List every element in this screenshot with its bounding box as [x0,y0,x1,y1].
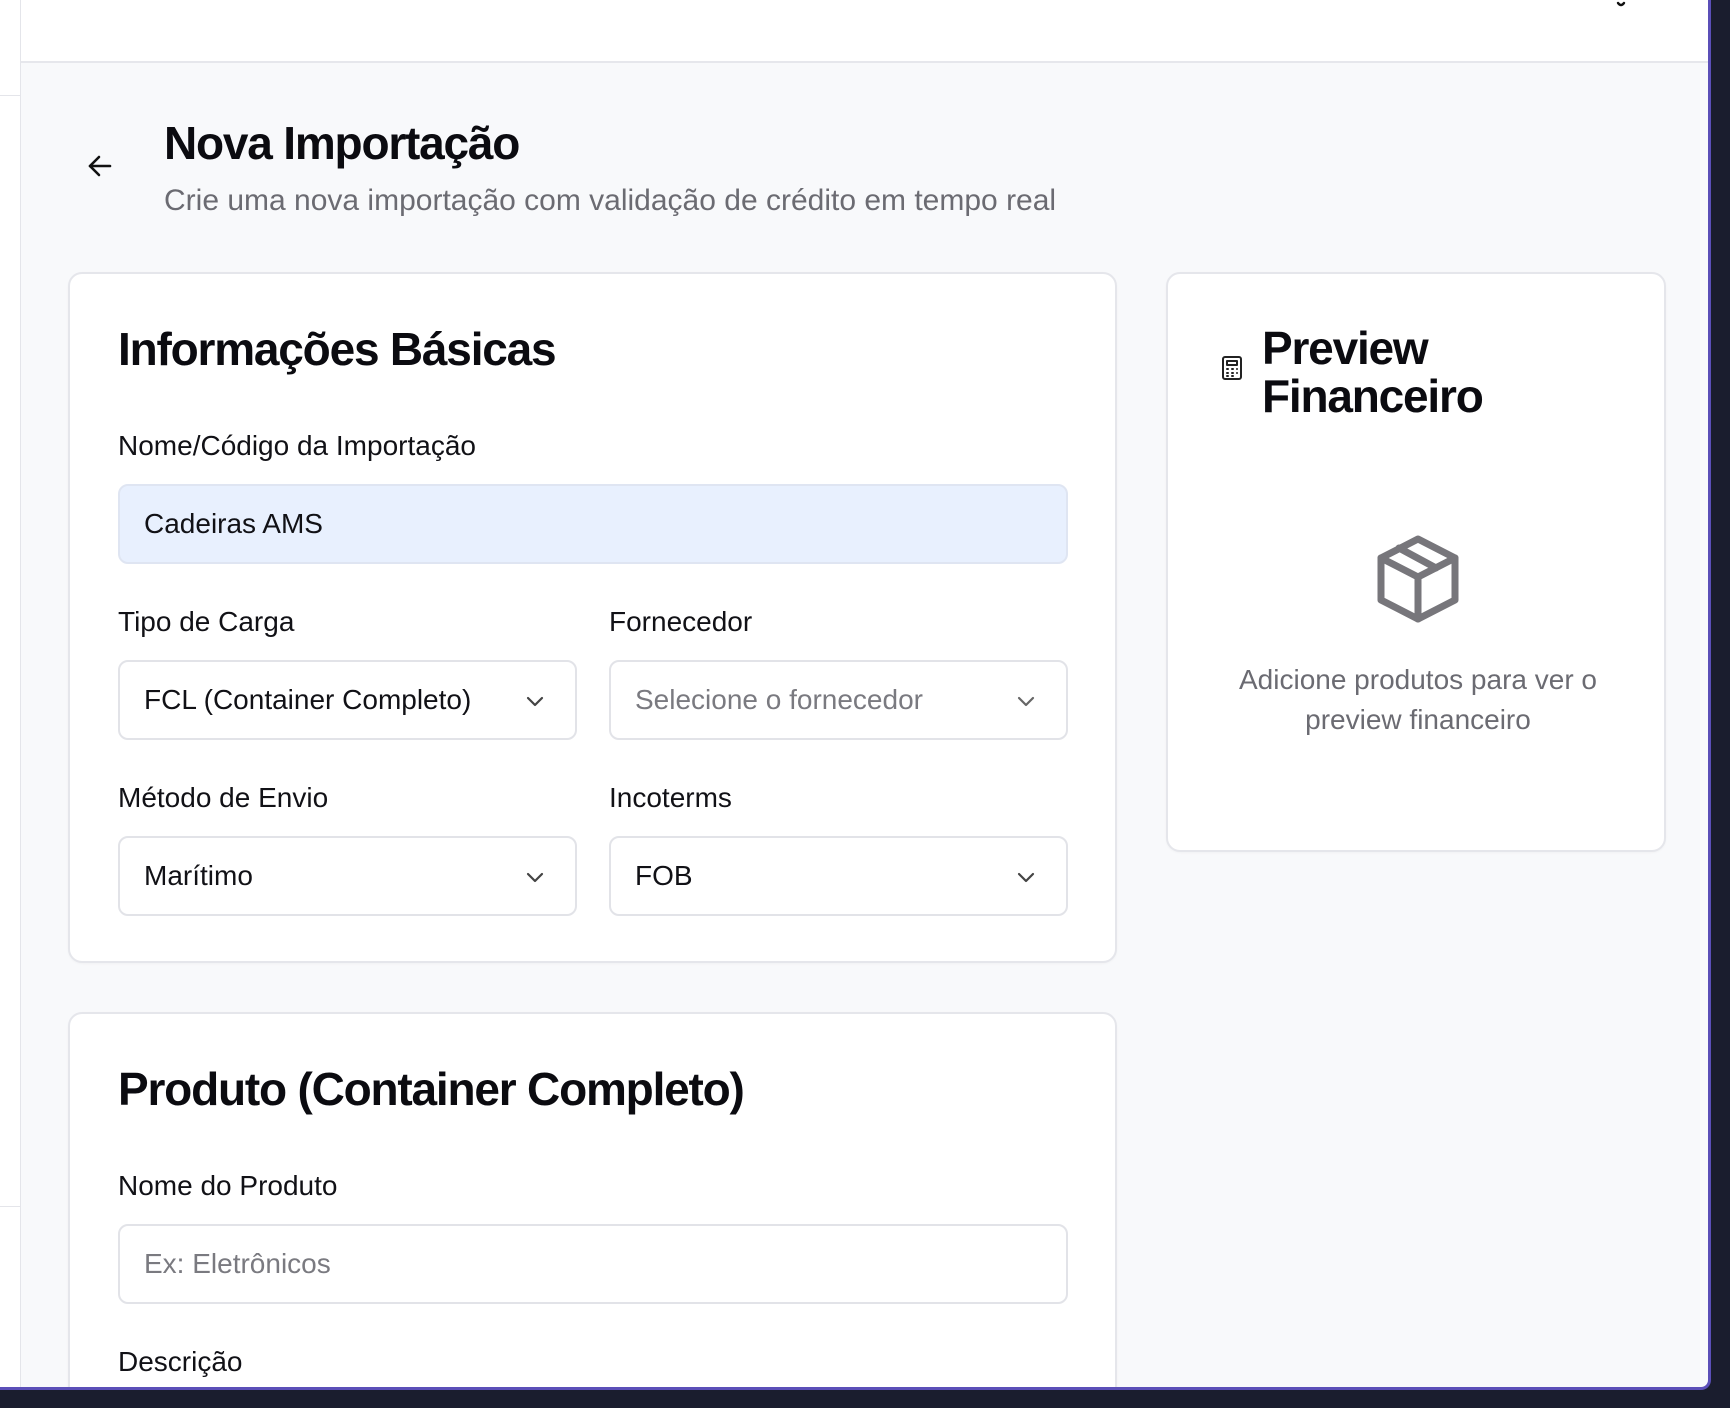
sidebar-divider [0,1206,21,1207]
import-name-label: Nome/Código da Importação [118,430,476,461]
shipping-method-label: Método de Envio [118,782,329,813]
bell-icon[interactable] [1608,0,1634,10]
product-card: Produto (Container Completo) Nome do Pro… [68,1012,1117,1387]
incoterms-label: Incoterms [609,782,732,813]
page-subtitle: Crie uma nova importação com validação d… [164,184,1057,217]
supplier-select[interactable]: Selecione o fornecedor [609,660,1068,740]
product-name-label: Nome do Produto [118,1170,338,1201]
preview-title: Preview Financeiro [1262,322,1484,422]
sidebar-collapsed [0,0,21,1387]
chevron-down-icon [526,696,544,707]
financial-preview-card: Preview Financeiro Adicione produtos par… [1166,272,1666,852]
cargo-type-select[interactable]: FCL (Container Completo) [118,660,577,740]
basic-info-card: Informações Básicas Nome/Código da Impor… [68,272,1117,963]
chevron-down-icon [1017,696,1035,707]
incoterms-value: FOB [635,860,693,891]
product-title: Produto (Container Completo) [118,1063,745,1115]
product-name-placeholder: Ex: Eletrônicos [144,1248,331,1279]
description-label: Descrição [118,1346,243,1377]
shipping-method-value: Marítimo [144,860,253,891]
chevron-down-icon [1017,872,1035,883]
preview-empty-message: Adicione produtos para ver o preview fin… [1239,664,1597,735]
shipping-method-select[interactable]: Marítimo [118,836,577,916]
basic-info-title: Informações Básicas [118,323,557,375]
supplier-label: Fornecedor [609,606,753,637]
page-title: Nova Importação [164,117,520,169]
calculator-icon [1222,356,1242,380]
chevron-down-icon [526,872,544,883]
product-name-input[interactable]: Ex: Eletrônicos [118,1224,1068,1304]
incoterms-select[interactable]: FOB [609,836,1068,916]
supplier-placeholder: Selecione o fornecedor [635,684,923,715]
import-name-value: Cadeiras AMS [144,508,323,539]
import-name-input[interactable]: Cadeiras AMS [118,484,1068,564]
back-arrow-icon[interactable] [86,152,114,180]
top-header [21,0,1708,63]
sidebar-divider [0,95,21,96]
package-icon [1377,535,1459,623]
cargo-type-value: FCL (Container Completo) [144,684,472,715]
app-window: Nova Importação Crie uma nova importação… [0,0,1711,1390]
cargo-type-label: Tipo de Carga [118,606,295,637]
